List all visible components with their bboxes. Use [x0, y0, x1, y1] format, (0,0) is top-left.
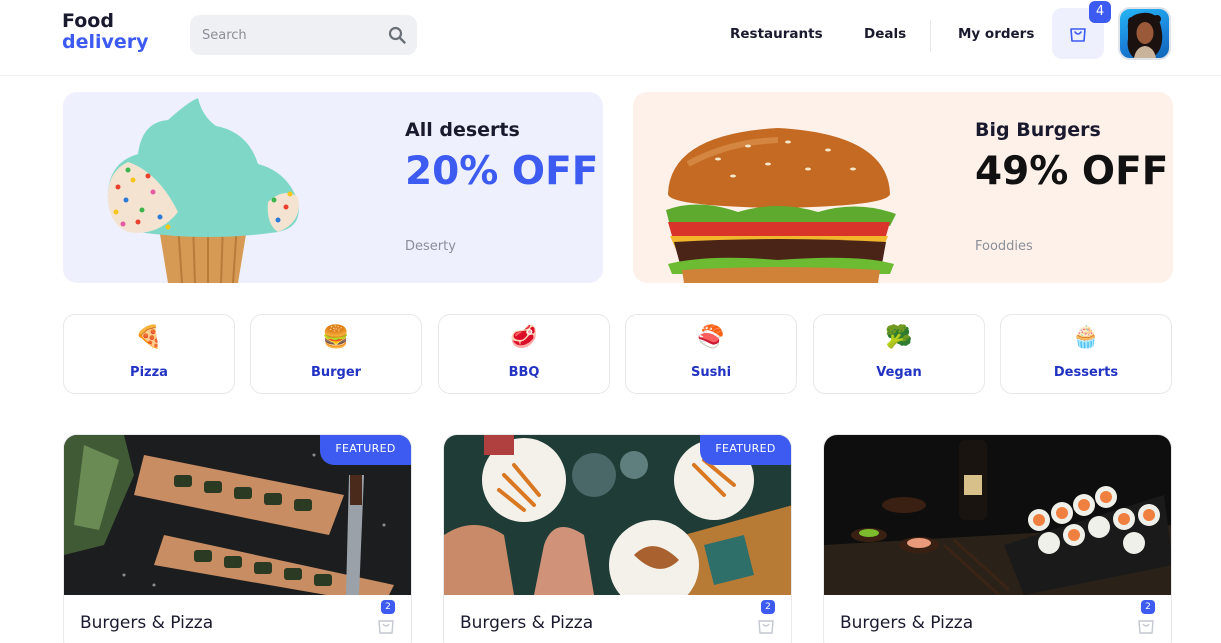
logo[interactable]: Food delivery — [62, 11, 149, 53]
featured-badge: FEATURED — [700, 435, 791, 465]
avatar[interactable] — [1118, 7, 1171, 60]
logo-line-2: delivery — [62, 31, 149, 53]
nav-divider — [930, 20, 931, 52]
category-sushi[interactable]: 🍣 Sushi — [625, 314, 797, 394]
category-label: Desserts — [1053, 365, 1119, 380]
promo-banner-desserts[interactable]: All deserts 20% OFF Deserty — [63, 92, 603, 283]
promo-banner-burgers[interactable]: Big Burgers 49% OFF Fooddies — [633, 92, 1173, 283]
search-box — [190, 15, 417, 55]
restaurant-image — [824, 435, 1171, 595]
cart-count-badge: 2 — [381, 600, 395, 614]
category-label: Vegan — [876, 365, 922, 380]
shopping-bag-icon[interactable] — [1137, 616, 1155, 634]
search-icon[interactable] — [388, 26, 406, 44]
burger-icon: 🍔 — [322, 325, 350, 350]
promo-title: All deserts — [405, 119, 520, 141]
cart-count-badge: 4 — [1089, 1, 1111, 23]
meat-icon: 🥩 — [510, 325, 538, 350]
promo-subtitle: Deserty — [405, 239, 456, 254]
category-burger[interactable]: 🍔 Burger — [250, 314, 422, 394]
nav-my-orders[interactable]: My orders — [958, 26, 1034, 42]
broccoli-icon: 🥦 — [885, 325, 913, 350]
shopping-bag-icon[interactable] — [757, 616, 775, 634]
category-vegan[interactable]: 🥦 Vegan — [813, 314, 985, 394]
category-pizza[interactable]: 🍕 Pizza — [63, 314, 235, 394]
logo-line-1: Food — [62, 10, 114, 32]
category-label: Sushi — [690, 365, 732, 380]
restaurant-title: Burgers & Pizza — [460, 613, 594, 633]
category-label: Pizza — [130, 365, 168, 380]
featured-badge: FEATURED — [320, 435, 411, 465]
promo-subtitle: Fooddies — [975, 239, 1033, 254]
sushi-icon: 🍣 — [697, 325, 725, 350]
nav-restaurants[interactable]: Restaurants — [730, 26, 823, 42]
shopping-bag-icon[interactable] — [377, 616, 395, 634]
restaurant-title: Burgers & Pizza — [840, 613, 974, 633]
cupcake-icon: 🧁 — [1072, 325, 1100, 350]
search-input[interactable] — [190, 15, 380, 55]
category-label: BBQ — [508, 365, 540, 380]
nav-deals[interactable]: Deals — [864, 26, 906, 42]
cart-count-badge: 2 — [1141, 600, 1155, 614]
promo-title: Big Burgers — [975, 119, 1101, 141]
restaurant-card[interactable]: FEATURED Burgers & Pizza 2 — [443, 434, 792, 643]
category-label: Burger — [310, 365, 362, 380]
restaurant-card[interactable]: Burgers & Pizza 2 — [823, 434, 1172, 643]
category-desserts[interactable]: 🧁 Desserts — [1000, 314, 1172, 394]
promo-discount: 20% OFF — [405, 149, 599, 194]
pizza-icon: 🍕 — [135, 325, 163, 350]
restaurant-card[interactable]: FEATURED Burgers & Pizza 2 — [63, 434, 412, 643]
shopping-bag-icon — [1068, 23, 1088, 43]
burger-image — [658, 114, 903, 283]
top-bar: Food delivery Restaurants Deals My order… — [0, 0, 1221, 76]
category-bbq[interactable]: 🥩 BBQ — [438, 314, 610, 394]
promo-discount: 49% OFF — [975, 149, 1169, 194]
cart-count-badge: 2 — [761, 600, 775, 614]
restaurant-title: Burgers & Pizza — [80, 613, 214, 633]
cupcake-image — [98, 92, 313, 283]
